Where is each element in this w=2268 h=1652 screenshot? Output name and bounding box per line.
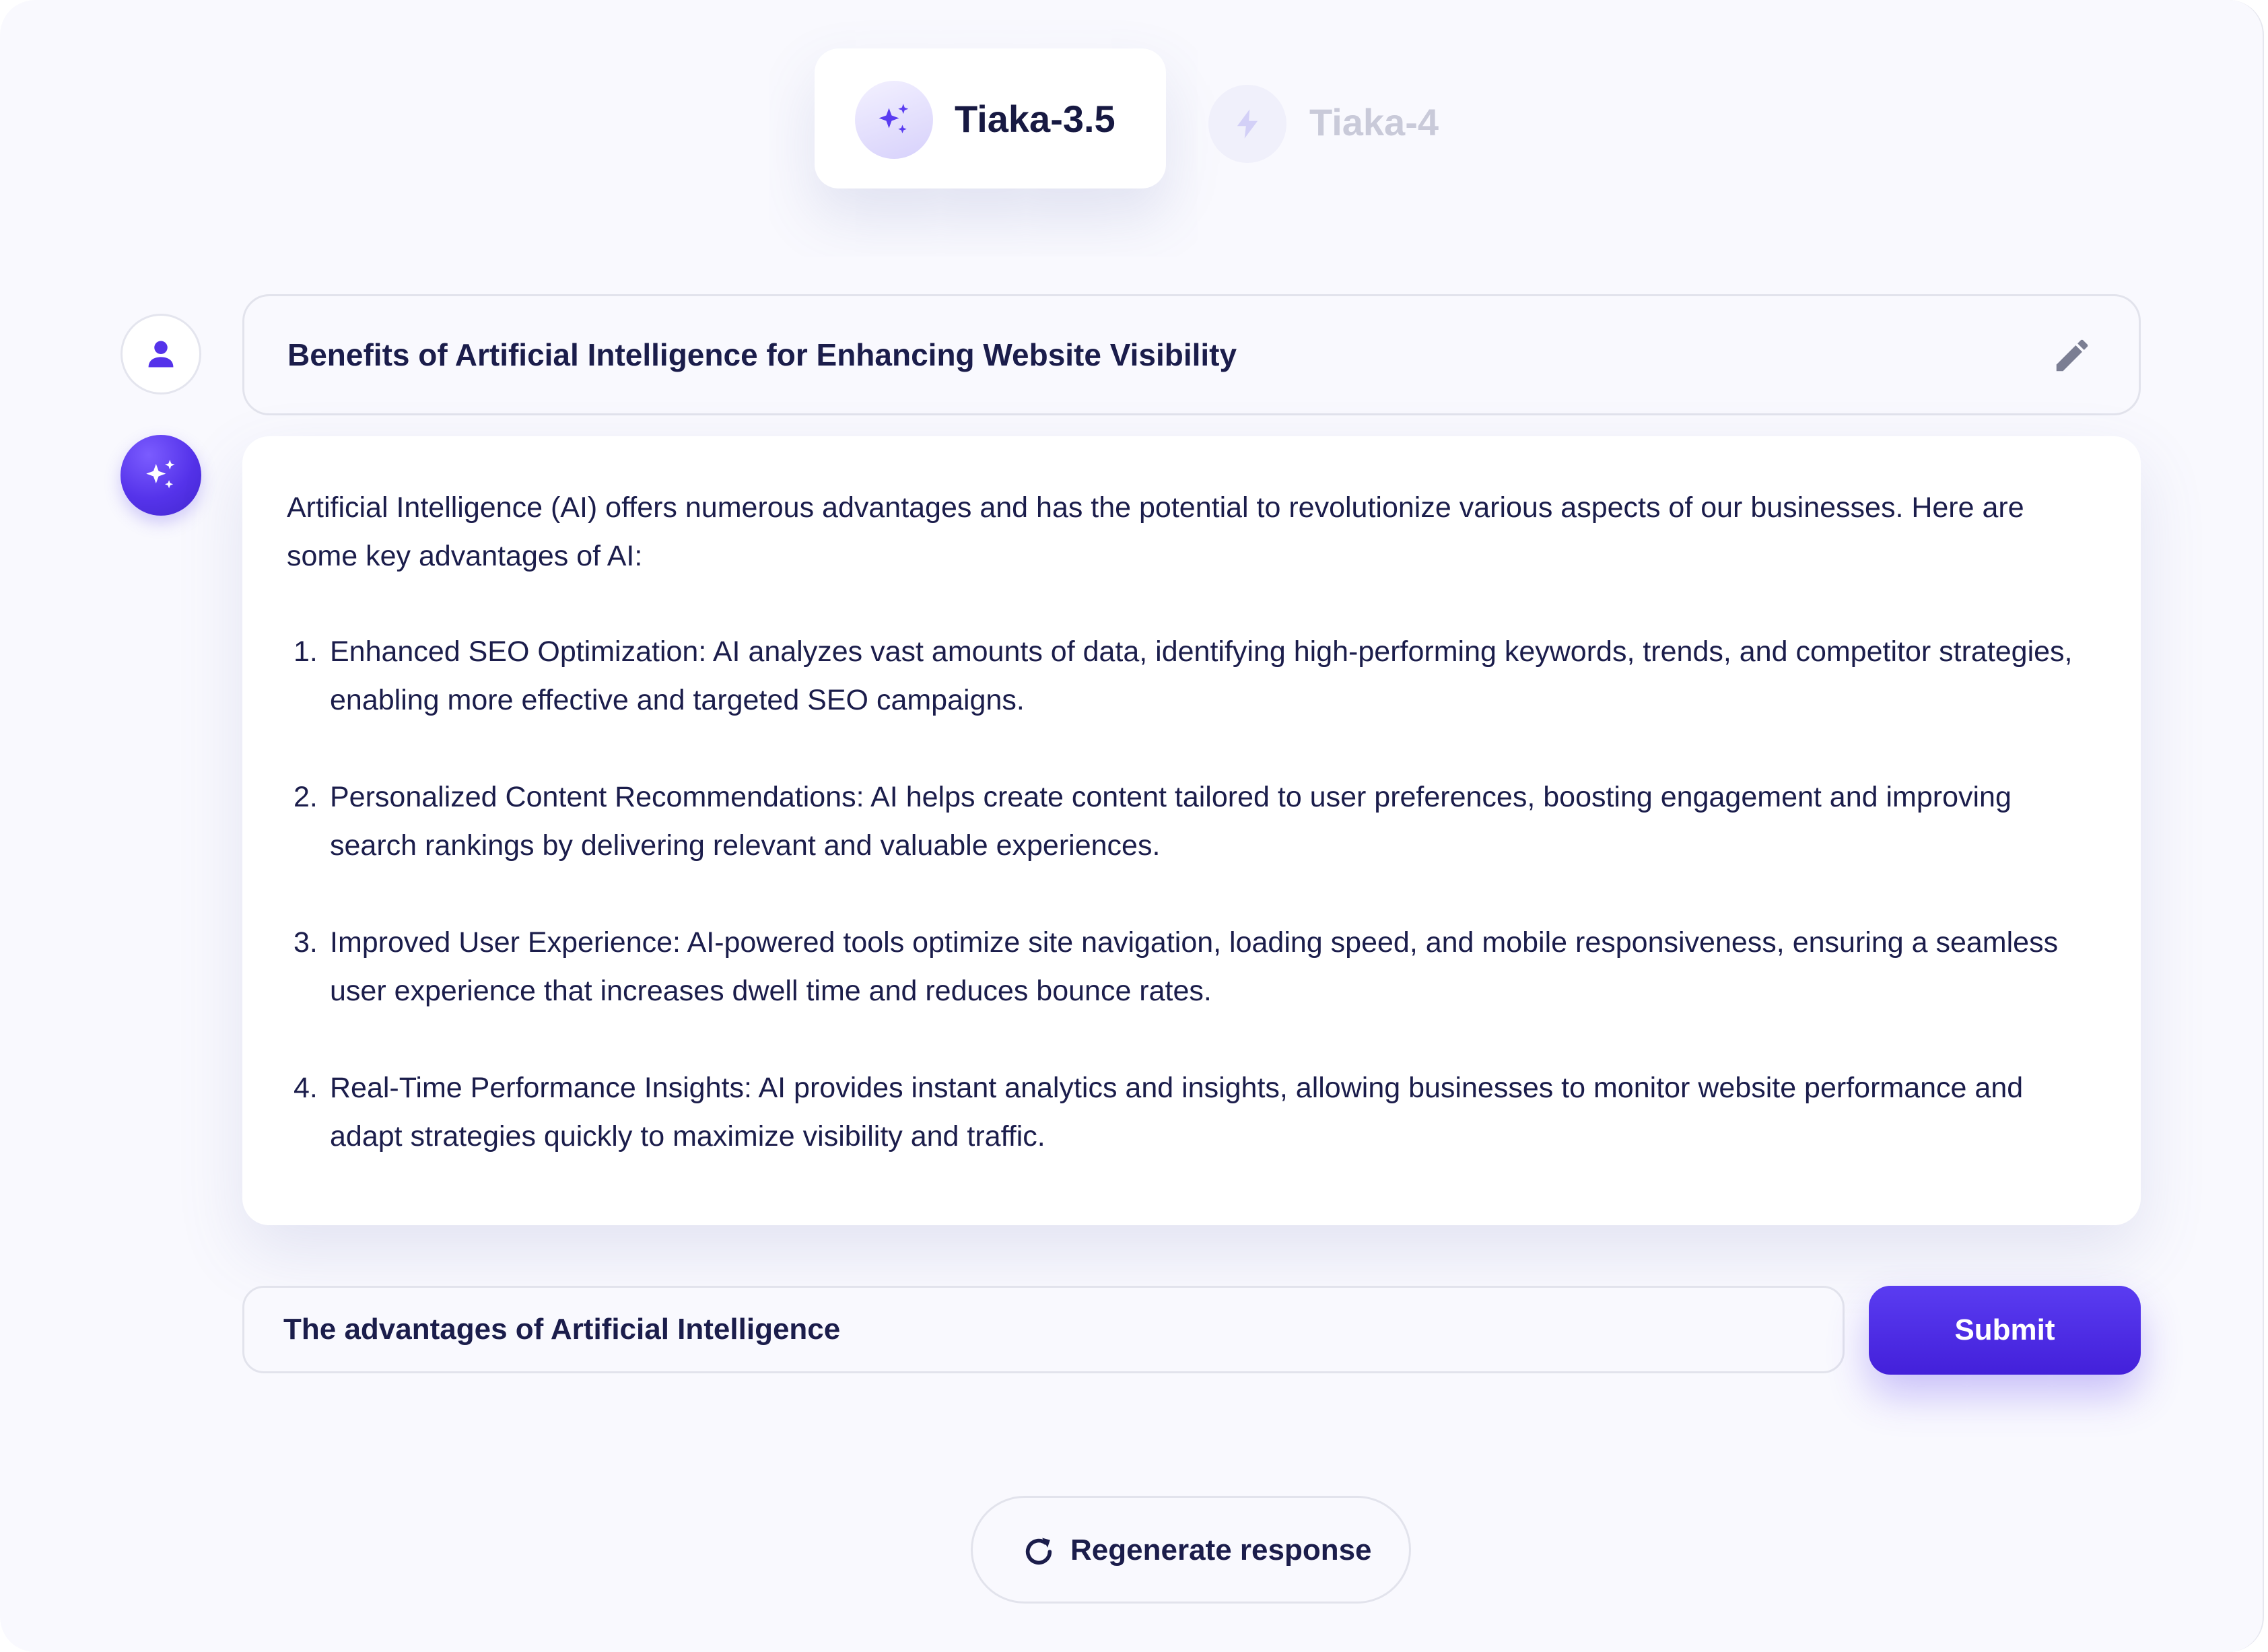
chat-input[interactable] bbox=[242, 1286, 1845, 1373]
ai-avatar bbox=[121, 435, 201, 516]
model-tab-label: Tiaka-3.5 bbox=[955, 98, 1115, 140]
list-item: 4. Real-Time Performance Insights: AI pr… bbox=[287, 1064, 2094, 1161]
list-item: 2. Personalized Content Recommendations:… bbox=[287, 773, 2094, 870]
response-list: 1. Enhanced SEO Optimization: AI analyze… bbox=[287, 627, 2094, 1161]
list-item: 3. Improved User Experience: AI-powered … bbox=[287, 918, 2094, 1015]
list-item-text: Real-Time Performance Insights: AI provi… bbox=[330, 1072, 2024, 1152]
user-icon bbox=[148, 341, 174, 368]
edit-prompt-button[interactable] bbox=[2049, 332, 2096, 379]
list-item-text: Improved User Experience: AI-powered too… bbox=[330, 926, 2059, 1007]
user-avatar bbox=[121, 314, 201, 394]
regenerate-response-button[interactable]: Regenerate response bbox=[971, 1496, 1411, 1604]
prompt-message: Benefits of Artificial Intelligence for … bbox=[242, 294, 2141, 415]
sparkles-icon bbox=[146, 460, 175, 489]
list-item: 1. Enhanced SEO Optimization: AI analyze… bbox=[287, 627, 2094, 724]
pencil-icon bbox=[2056, 339, 2088, 372]
sparkles-icon bbox=[855, 81, 933, 159]
submit-button[interactable]: Submit bbox=[1869, 1286, 2141, 1375]
lightning-icon bbox=[1208, 85, 1286, 163]
refresh-icon bbox=[1025, 1538, 1052, 1565]
ai-response: Artificial Intelligence (AI) offers nume… bbox=[242, 436, 2141, 1225]
list-item-number: 4. bbox=[294, 1072, 318, 1104]
list-item-number: 2. bbox=[294, 781, 318, 813]
model-tab-tiaka-4[interactable]: Tiaka-4 bbox=[1208, 48, 1491, 188]
regenerate-label: Regenerate response bbox=[1070, 1534, 1372, 1567]
prompt-text: Benefits of Artificial Intelligence for … bbox=[287, 337, 1237, 372]
model-tab-tiaka-3-5[interactable]: Tiaka-3.5 bbox=[815, 48, 1166, 188]
response-intro: Artificial Intelligence (AI) offers nume… bbox=[287, 491, 2024, 572]
app-window: Tiaka-3.5 Tiaka-4 Benefits of Artificial… bbox=[0, 0, 2264, 1652]
list-item-number: 1. bbox=[294, 635, 318, 668]
list-item-text: Personalized Content Recommendations: AI… bbox=[330, 781, 2012, 862]
model-tab-label: Tiaka-4 bbox=[1309, 101, 1439, 143]
list-item-text: Enhanced SEO Optimization: AI analyzes v… bbox=[330, 635, 2073, 716]
list-item-number: 3. bbox=[294, 926, 318, 959]
